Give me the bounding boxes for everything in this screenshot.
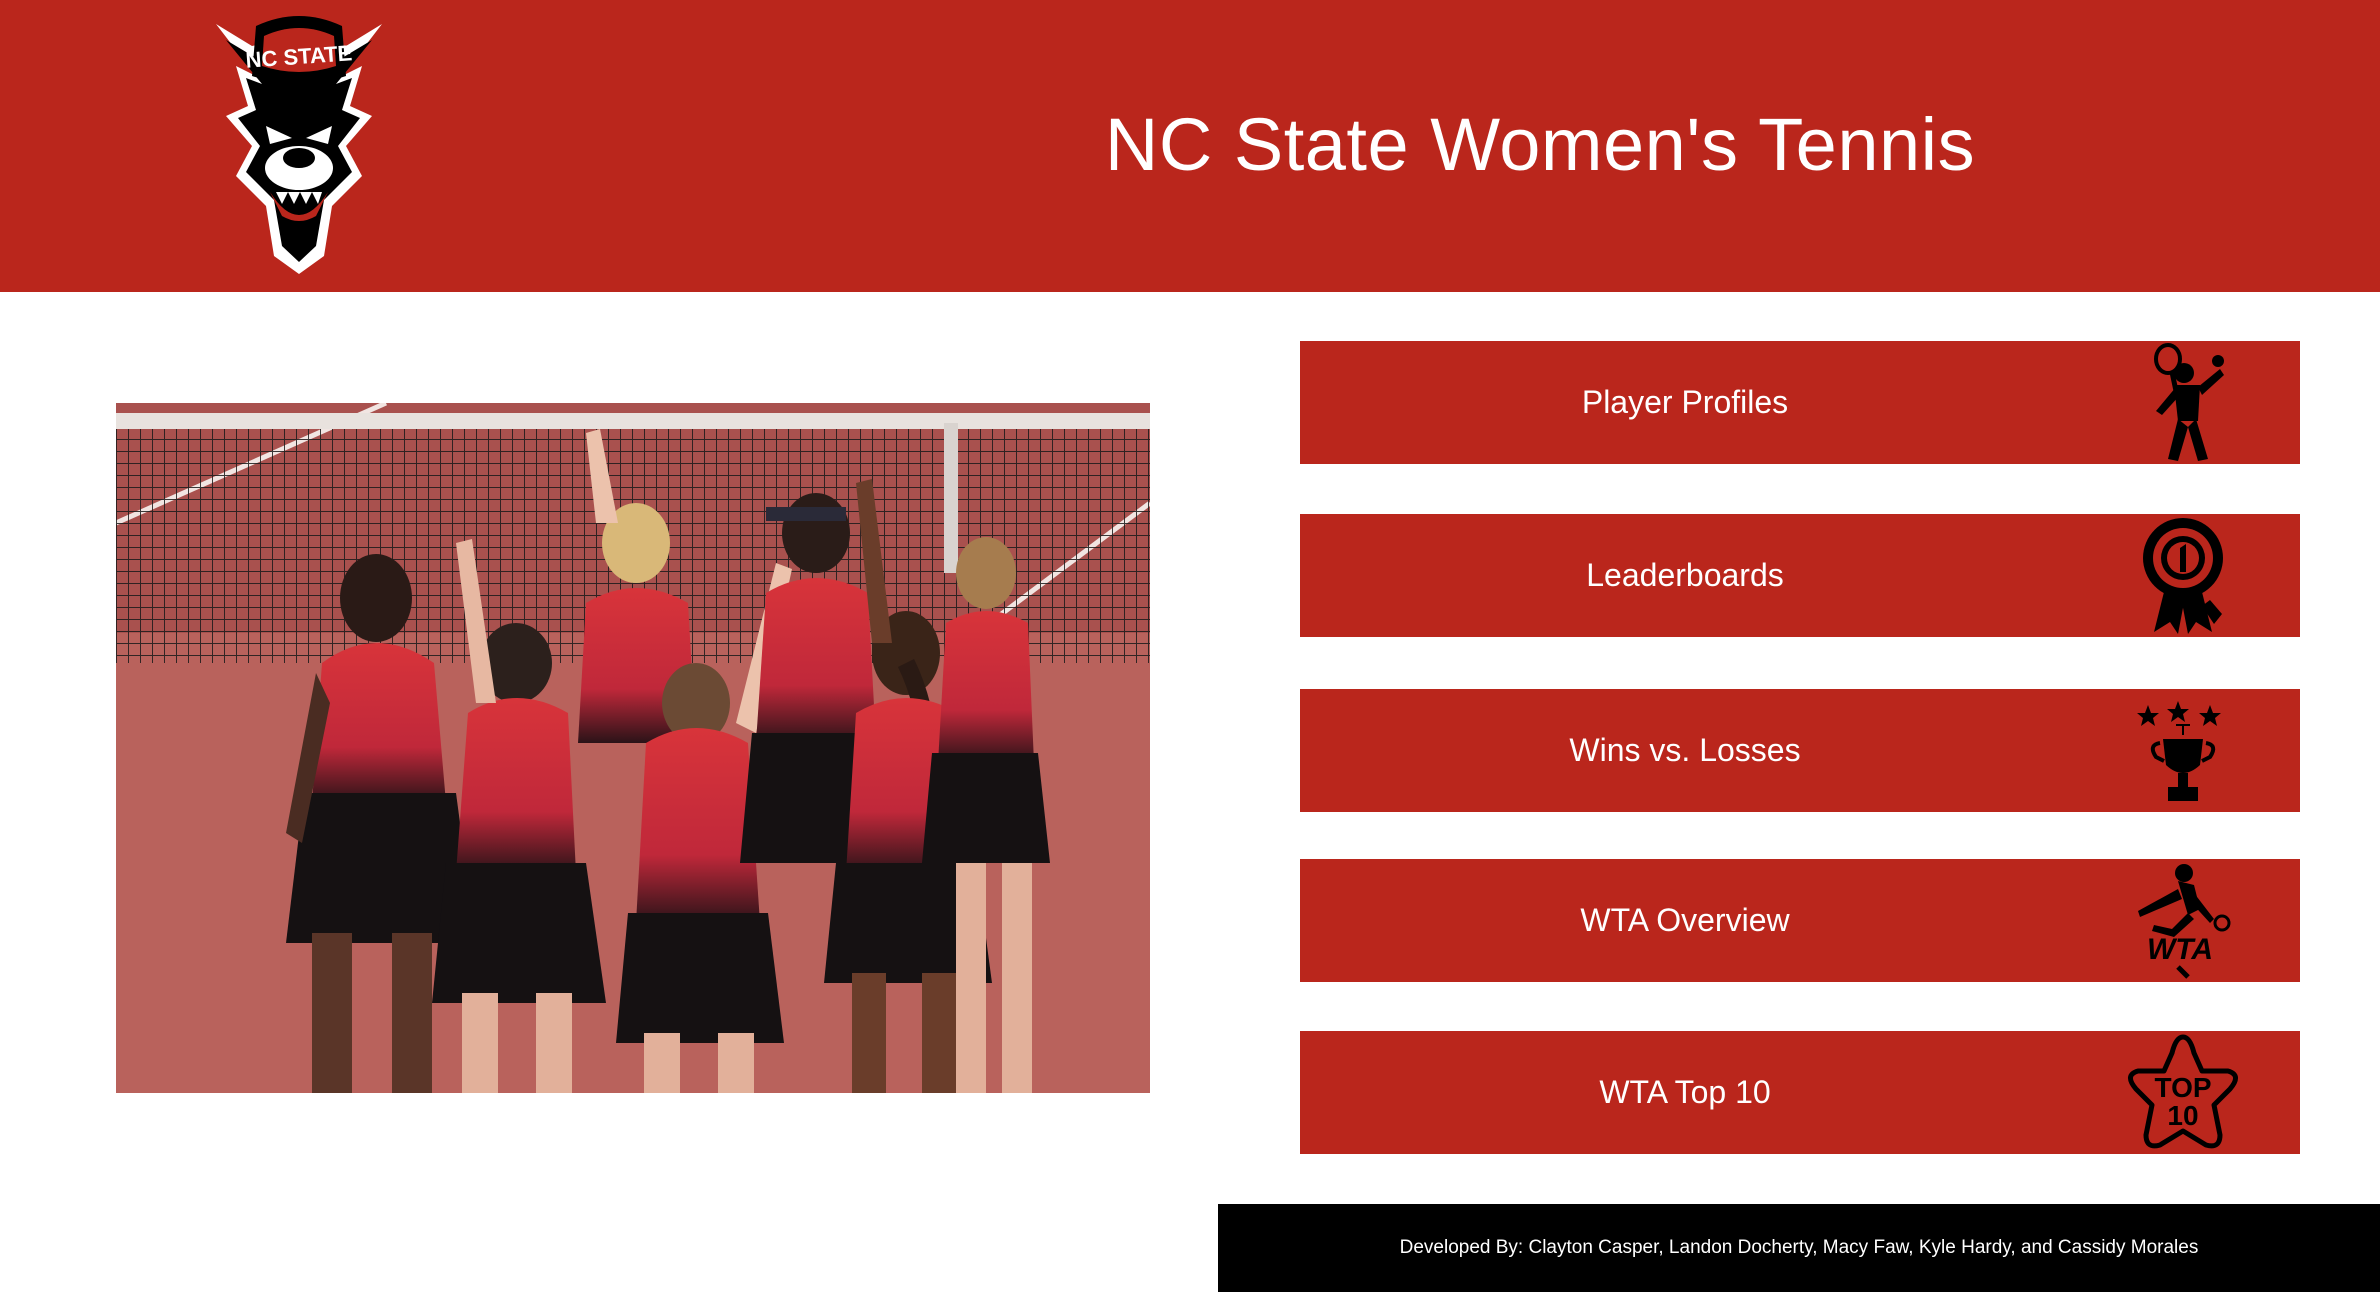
nav-label-player-profiles: Player Profiles	[1581, 384, 1789, 420]
nav-button-player-profiles[interactable]: Player Profiles	[1300, 341, 2300, 464]
wta-logo-icon: WTA	[2118, 859, 2248, 982]
top-10-text-top: TOP	[2154, 1072, 2211, 1103]
team-photo	[116, 403, 1150, 1093]
trophy-icon	[2118, 689, 2248, 812]
page-title: NC State Women's Tennis	[1104, 103, 1976, 186]
nav-label-wins-vs-losses: Wins vs. Losses	[1569, 732, 1801, 768]
nav-button-leaderboards[interactable]: Leaderboards	[1300, 514, 2300, 637]
tennis-player-icon	[2118, 341, 2248, 464]
nav-button-wta-overview[interactable]: WTA Overview WTA	[1300, 859, 2300, 982]
nav-button-wta-top-10[interactable]: WTA Top 10 TOP 10	[1300, 1031, 2300, 1154]
page: NC STATE NC State Women's Tennis Player …	[0, 0, 2380, 1292]
top-10-text-number: 10	[2167, 1100, 2198, 1131]
nav-label-leaderboards: Leaderboards	[1586, 557, 1784, 593]
ribbon-medal-icon	[2118, 514, 2248, 637]
footer-credits: Developed By: Clayton Casper, Landon Doc…	[1218, 1204, 2380, 1292]
nav-button-wins-vs-losses[interactable]: Wins vs. Losses	[1300, 689, 2300, 812]
top-10-star-icon: TOP 10	[2118, 1031, 2248, 1154]
wolf-mascot-logo[interactable]: NC STATE	[196, 6, 402, 282]
nav-label-wta-top-10: WTA Top 10	[1599, 1074, 1771, 1110]
wta-logo-text: WTA	[2147, 933, 2213, 966]
footer-credits-text: Developed By: Clayton Casper, Landon Doc…	[1399, 1237, 2199, 1258]
nav-label-wta-overview: WTA Overview	[1580, 902, 1790, 938]
header-banner: NC STATE NC State Women's Tennis	[0, 0, 2380, 292]
